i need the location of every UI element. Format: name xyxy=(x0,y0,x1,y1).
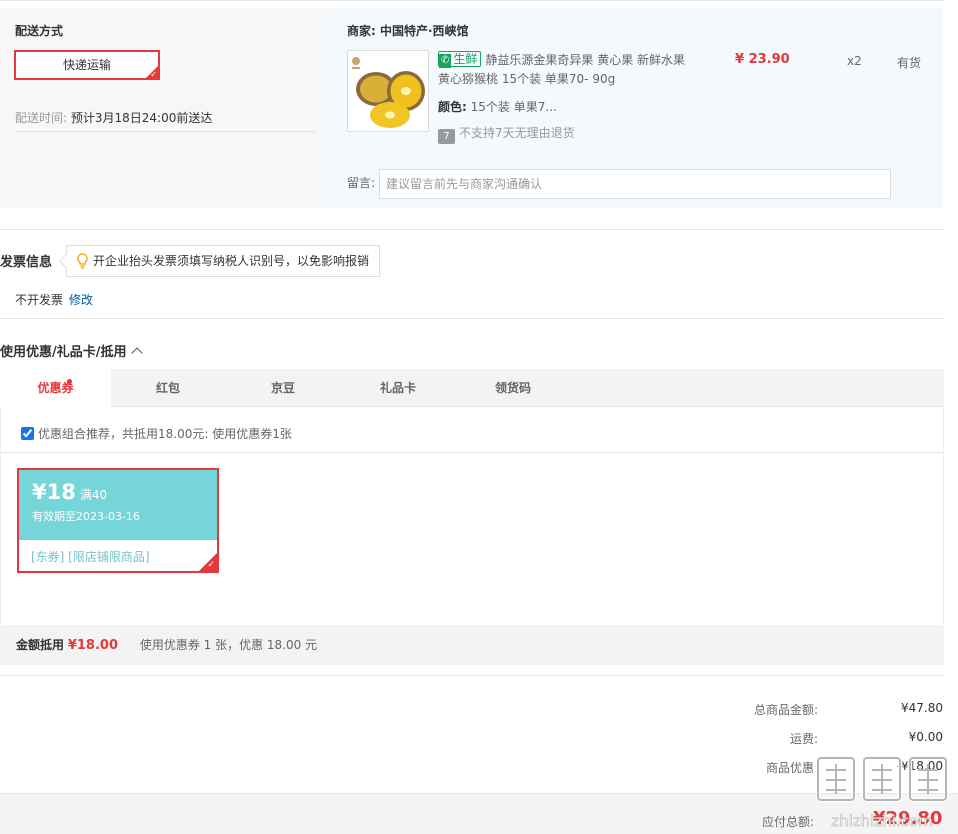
delivery-section: 配送方式 快递运输 ✓ 配送时间: 预计3月18日24:00前送达 xyxy=(0,8,326,208)
tab-coupons[interactable]: 优惠券 xyxy=(0,369,111,408)
delivery-time-value: 预计3月18日24:00前送达 xyxy=(70,111,213,125)
coupon-panel: 优惠组合推荐，共抵用18.00元: 使用优惠券1张 ¥18 满40 有效期至202… xyxy=(0,407,944,625)
payable-bar xyxy=(0,793,958,834)
store-name: 商家: 中国特产·西峡馆 xyxy=(347,24,469,38)
kiwi-image-icon xyxy=(348,51,428,131)
message-label: 留言: xyxy=(347,176,376,190)
product-quantity: x2 xyxy=(847,54,862,68)
coupon-summary-text: 使用优惠券 1 张，优惠 18.00 元 xyxy=(139,638,318,652)
coupon-summary-amount: ¥18.00 xyxy=(67,638,119,653)
tooltip-arrow xyxy=(58,253,74,269)
invoice-edit-link[interactable]: 修改 xyxy=(69,293,93,307)
total-goods-value: ¥47.80 xyxy=(901,701,943,715)
check-icon: ✓ xyxy=(150,70,157,79)
coupon-tabs: 优惠券 红包 京豆 礼品卡 领货码 xyxy=(0,369,944,408)
tab-gift-card[interactable]: 礼品卡 xyxy=(341,369,455,407)
product-color-label: 颜色: xyxy=(438,100,467,114)
coupon-validity: 有效期至2023-03-16 xyxy=(32,510,140,523)
shipping-fee-label: 运费: xyxy=(789,732,818,746)
fresh-tag-label: 生鲜 xyxy=(453,52,478,66)
shipping-method-button[interactable]: 快递运输 ✓ xyxy=(14,50,160,80)
tab-redeem-code-label: 领货码 xyxy=(494,381,531,395)
coupons-title-text: 使用优惠/礼品卡/抵用 xyxy=(0,345,127,360)
coupon-summary-label: 金额抵用 xyxy=(16,638,65,652)
coupon-condition: 满40 xyxy=(79,488,108,502)
invoice-tip-text: 开企业抬头发票须填写纳税人识别号，以免影响报销 xyxy=(93,254,370,268)
product-color-value: 15个装 单果7... xyxy=(470,100,557,114)
payable-label: 应付总额: xyxy=(762,815,815,829)
fresh-icon: ✆ xyxy=(439,54,452,68)
coupon-recommend-text: 优惠组合推荐，共抵用18.00元: 使用优惠券1张 xyxy=(38,427,292,441)
section-divider xyxy=(0,229,944,230)
tab-jd-beans[interactable]: 京豆 xyxy=(225,369,341,407)
tab-redeem-code[interactable]: 领货码 xyxy=(455,369,571,407)
store-section: 商家: 中国特产·西峡馆 ✆ 生鲜 静益乐源金果奇异果 黄心果 新鲜水果 黄心猕猴桃… xyxy=(326,8,943,208)
lightbulb-icon xyxy=(77,253,88,269)
coupon-panel-divider xyxy=(1,452,943,453)
shipping-fee-value: ¥0.00 xyxy=(908,730,943,744)
payable-value: ¥29.80 xyxy=(873,808,943,829)
new-dot-icon xyxy=(67,379,72,384)
coupon-amount: ¥18 xyxy=(32,480,76,504)
invoice-title: 发票信息 xyxy=(0,255,53,270)
check-icon: ✓ xyxy=(207,560,215,570)
tab-red-packet[interactable]: 红包 xyxy=(111,369,225,407)
coupon-tags: [东券] [限店铺限商品] xyxy=(31,550,150,564)
section-divider xyxy=(0,318,944,319)
chevron-up-icon[interactable] xyxy=(130,347,143,359)
product-title[interactable]: ✆ 生鲜 静益乐源金果奇异果 黄心果 新鲜水果 黄心猕猴桃 15个装 单果70- 9… xyxy=(438,51,688,89)
top-divider xyxy=(0,0,944,1)
invoice-tip: 开企业抬头发票须填写纳税人识别号，以免影响报销 xyxy=(58,245,381,277)
product-price: ¥ 23.90 xyxy=(735,52,790,67)
invoice-status: 不开发票 修改 xyxy=(15,291,93,308)
total-goods-label: 总商品金额: xyxy=(753,703,818,717)
no-return-icon: 7 xyxy=(438,129,455,144)
shipping-method-label: 快递运输 xyxy=(62,58,111,72)
product-color: 颜色: 15个装 单果7... xyxy=(438,98,557,115)
invoice-status-text: 不开发票 xyxy=(15,293,64,307)
coupon-recommend[interactable]: 优惠组合推荐，共抵用18.00元: 使用优惠券1张 xyxy=(21,425,292,442)
coupon-recommend-checkbox[interactable] xyxy=(21,427,34,440)
discount-value: -¥18.00 xyxy=(896,759,943,773)
delivery-title: 配送方式 xyxy=(15,24,64,38)
coupon-card[interactable]: ¥18 满40 有效期至2023-03-16 [东券] [限店铺限商品] ✓ xyxy=(17,468,219,573)
delivery-time: 配送时间: 预计3月18日24:00前送达 xyxy=(15,109,212,126)
fresh-tag: ✆ 生鲜 xyxy=(438,51,482,68)
product-thumbnail[interactable] xyxy=(347,50,429,132)
stock-status: 有货 xyxy=(897,56,922,70)
coupon-card-top: ¥18 满40 有效期至2023-03-16 xyxy=(19,470,217,540)
no-return-text: 不支持7天无理由退货 xyxy=(459,126,575,140)
tab-jd-beans-label: 京豆 xyxy=(270,381,295,395)
message-input[interactable] xyxy=(379,169,891,199)
section-divider xyxy=(0,675,944,676)
coupons-title[interactable]: 使用优惠/礼品卡/抵用 xyxy=(0,341,143,360)
delivery-divider xyxy=(15,131,315,132)
no-return-notice: 7 不支持7天无理由退货 xyxy=(438,124,575,144)
delivery-time-label: 配送时间: xyxy=(15,111,68,125)
discount-label: 商品优惠: xyxy=(765,761,818,775)
tab-red-packet-label: 红包 xyxy=(155,381,180,395)
tab-gift-card-label: 礼品卡 xyxy=(379,381,416,395)
coupon-summary: 金额抵用 ¥18.00 使用优惠券 1 张，优惠 18.00 元 xyxy=(0,625,944,665)
